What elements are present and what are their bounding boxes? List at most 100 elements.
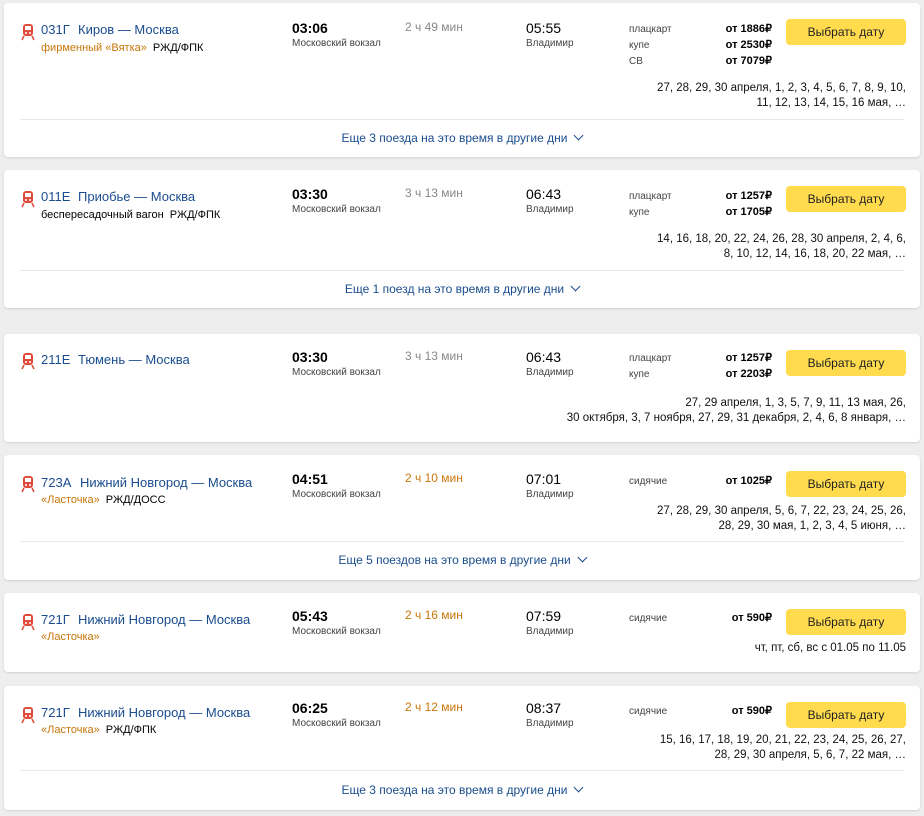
divider <box>20 119 904 120</box>
train-card-211E: 211Е Тюмень — Москва 03:30 Московский во… <box>4 334 920 442</box>
train-number[interactable]: 211Е <box>41 352 70 367</box>
arrival-station: Владимир <box>526 38 574 49</box>
dates-line: 27, 28, 29, 30 апреля, 1, 2, 3, 4, 5, 6,… <box>657 82 906 94</box>
train-card-031G: 031Г Киров — Москва фирменный «Вятка» РЖД… <box>4 3 920 157</box>
carrier: РЖД/ДОСС <box>105 494 166 506</box>
dates-line: чт, пт, сб, вс с 01.05 по 11.05 <box>754 642 906 654</box>
train-number[interactable]: 723А <box>41 475 71 490</box>
departure-time: 03:30 <box>292 186 328 202</box>
schedule-dates: 14, 16, 18, 20, 22, 24, 26, 28, 30 апрел… <box>657 232 906 262</box>
schedule-dates: 15, 16, 17, 18, 19, 20, 21, 22, 23, 24, … <box>660 733 906 763</box>
price: от 590₽ <box>731 612 772 624</box>
choose-date-button[interactable]: Выбрать дату <box>786 350 906 376</box>
chevron-down-icon <box>570 281 581 292</box>
arrival-time: 07:01 <box>526 471 562 487</box>
class-label: плацкарт <box>629 191 672 202</box>
train-icon <box>21 353 35 370</box>
departure-station: Московский вокзал <box>292 489 381 500</box>
brand-name: фирменный «Вятка» <box>41 42 147 54</box>
departure-station: Московский вокзал <box>292 38 381 49</box>
train-number[interactable]: 721Г <box>41 705 70 720</box>
train-route[interactable]: Нижний Новгород — Москва <box>78 612 250 627</box>
arrival-time: 06:43 <box>526 186 562 202</box>
more-trains-link[interactable]: Еще 3 поезда на это время в другие дни <box>4 782 920 797</box>
more-trains-label: Еще 1 поезд на это время в другие дни <box>344 282 565 296</box>
train-route[interactable]: Тюмень — Москва <box>78 352 190 367</box>
train-card-721G: 721Г Нижний Новгород — Москва «Ласточка»… <box>4 593 920 672</box>
choose-date-button[interactable]: Выбрать дату <box>786 471 906 497</box>
dates-line: 15, 16, 17, 18, 19, 20, 21, 22, 23, 24, … <box>659 734 906 746</box>
brand-name: «Ласточка» <box>41 494 100 506</box>
arrival-time: 06:43 <box>526 349 562 365</box>
more-trains-label: Еще 3 поезда на это время в другие дни <box>341 131 568 145</box>
departure-time: 04:51 <box>292 471 328 487</box>
more-trains-label: Еще 3 поезда на это время в другие дни <box>341 783 568 797</box>
departure-station: Московский вокзал <box>292 718 381 729</box>
train-brand: фирменный «Вятка» РЖД/ФПК <box>41 42 203 54</box>
carrier: РЖД/ФПК <box>169 209 221 221</box>
train-route[interactable]: Нижний Новгород — Москва <box>78 705 250 720</box>
brand-name: «Ласточка» <box>41 631 100 643</box>
duration: 2 ч 16 мин <box>405 608 463 622</box>
duration: 2 ч 10 мин <box>405 471 463 485</box>
departure-time: 05:43 <box>292 608 328 624</box>
train-card-721G-2: 721Г Нижний Новгород — Москва «Ласточка»… <box>4 686 920 810</box>
class-label: сидячие <box>629 706 668 717</box>
class-label: плацкарт <box>629 24 672 35</box>
train-icon <box>21 191 35 208</box>
train-icon <box>21 476 35 493</box>
class-label: сидячие <box>629 613 668 624</box>
duration: 3 ч 13 мин <box>405 186 463 200</box>
schedule-dates: чт, пт, сб, вс с 01.05 по 11.05 <box>755 641 906 656</box>
train-number[interactable]: 721Г <box>41 612 70 627</box>
brand-name: «Ласточка» <box>41 724 100 736</box>
schedule-dates: 27, 29 апреля, 1, 3, 5, 7, 9, 11, 13 мая… <box>567 396 906 426</box>
train-route[interactable]: Киров — Москва <box>78 22 179 37</box>
train-route[interactable]: Приобье — Москва <box>78 189 195 204</box>
train-card-011E: 011Е Приобье — Москва беспересадочный ва… <box>4 170 920 308</box>
class-label: купе <box>629 207 650 218</box>
price: от 590₽ <box>731 705 772 717</box>
arrival-station: Владимир <box>526 489 574 500</box>
train-number[interactable]: 011Е <box>41 189 70 204</box>
train-brand: «Ласточка» <box>41 631 106 643</box>
train-brand: беспересадочный вагон РЖД/ФПК <box>41 209 220 221</box>
chevron-down-icon <box>577 552 588 563</box>
choose-date-button[interactable]: Выбрать дату <box>786 19 906 45</box>
arrival-station: Владимир <box>526 626 574 637</box>
schedule-dates: 27, 28, 29, 30 апреля, 5, 6, 7, 22, 23, … <box>657 504 906 534</box>
dates-line: 30 октября, 3, 7 ноября, 27, 29, 31 дека… <box>566 412 906 424</box>
schedule-dates: 27, 28, 29, 30 апреля, 1, 2, 3, 4, 5, 6,… <box>657 81 906 111</box>
train-card-723A: 723А Нижний Новгород — Москва «Ласточка»… <box>4 455 920 580</box>
choose-date-button[interactable]: Выбрать дату <box>786 186 906 212</box>
more-trains-link[interactable]: Еще 3 поезда на это время в другие дни <box>4 130 920 145</box>
dates-line: 8, 10, 12, 14, 16, 18, 20, 22 мая, … <box>723 248 906 260</box>
price: от 1025₽ <box>725 475 772 487</box>
train-number[interactable]: 031Г <box>41 22 70 37</box>
duration: 3 ч 13 мин <box>405 349 463 363</box>
train-icon <box>21 24 35 41</box>
divider <box>20 770 904 771</box>
dates-line: 28, 29, 30 апреля, 5, 6, 7, 22 мая, … <box>714 749 906 761</box>
arrival-station: Владимир <box>526 204 574 215</box>
class-label: СВ <box>629 56 643 67</box>
choose-date-button[interactable]: Выбрать дату <box>786 702 906 728</box>
chevron-down-icon <box>574 130 584 141</box>
dates-line: 28, 29, 30 мая, 1, 2, 3, 4, 5 июня, … <box>718 520 906 532</box>
more-trains-link[interactable]: Еще 1 поезд на это время в другие дни <box>4 281 920 296</box>
arrival-time: 08:37 <box>526 700 562 716</box>
class-label: плацкарт <box>629 353 672 364</box>
train-icon <box>21 614 35 631</box>
train-icon <box>21 707 35 724</box>
departure-time: 03:30 <box>292 349 328 365</box>
chevron-down-icon <box>574 782 584 793</box>
train-brand: «Ласточка» РЖД/ФПК <box>41 724 156 736</box>
price: от 7079₽ <box>725 55 772 67</box>
departure-time: 03:06 <box>292 20 328 36</box>
train-route[interactable]: Нижний Новгород — Москва <box>80 475 252 490</box>
divider <box>20 270 904 271</box>
choose-date-button[interactable]: Выбрать дату <box>786 609 906 635</box>
more-trains-link[interactable]: Еще 5 поездов на это время в другие дни <box>4 552 920 567</box>
price: от 2203₽ <box>725 368 772 380</box>
more-trains-label: Еще 5 поездов на это время в другие дни <box>338 553 571 567</box>
